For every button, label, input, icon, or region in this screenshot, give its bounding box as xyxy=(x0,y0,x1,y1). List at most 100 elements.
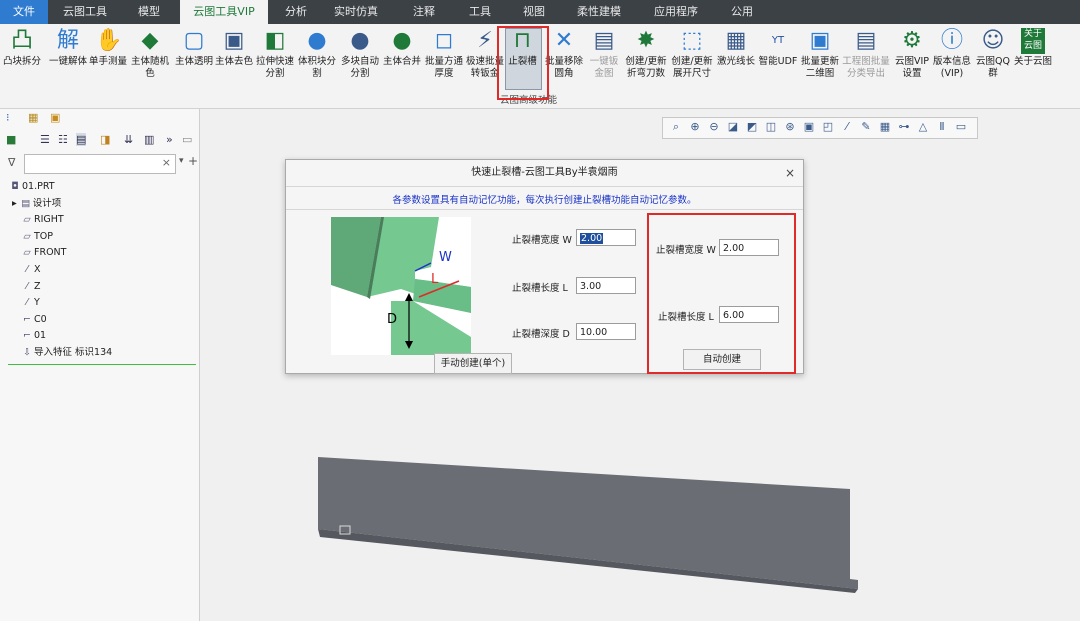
ribbon-item-label: 云图VIP设置 xyxy=(894,56,930,79)
tab-applications[interactable]: 应用程序 xyxy=(644,0,708,24)
refit-icon[interactable]: ⌕ xyxy=(669,120,683,134)
saved-views-icon[interactable]: ◫ xyxy=(764,120,778,134)
tab-public[interactable]: 公用 xyxy=(722,0,762,24)
tree-filter-icon[interactable]: ⇊ xyxy=(124,133,133,146)
convex-split-icon: 凸 xyxy=(10,28,33,53)
add-icon[interactable]: + xyxy=(188,154,198,168)
ribbon-item-random-color[interactable]: ◆ 主体随机色 xyxy=(130,28,170,80)
ribbon-item-bend-count[interactable]: ✸ 创建/更新折弯刀数 xyxy=(624,28,668,80)
layer-icon[interactable]: ◨ xyxy=(100,133,110,146)
measure-icon: ✋ xyxy=(95,28,123,53)
tab-tools[interactable]: 工具 xyxy=(460,0,500,24)
tab-flexible-modeling[interactable]: 柔性建模 xyxy=(570,0,628,24)
tree-view-icon[interactable]: ▤ xyxy=(76,133,87,146)
diagram-label-l: L xyxy=(431,272,439,287)
section-icon[interactable]: ◰ xyxy=(821,120,835,134)
ribbon-item-label: 激光线长 xyxy=(716,56,755,67)
clear-filter-icon[interactable]: × xyxy=(162,156,171,169)
rotate-icon[interactable]: ▭ xyxy=(954,120,968,134)
tree-item[interactable]: ⇩ 导入特征 标识134 xyxy=(20,345,112,361)
ribbon-item-qq[interactable]: ☺ 云图QQ群 xyxy=(975,28,1011,80)
repaint-icon[interactable]: ◪ xyxy=(726,120,740,134)
tab-view[interactable]: 视图 xyxy=(514,0,554,24)
cosmetic-icon[interactable]: ⊶ xyxy=(897,120,911,134)
model-tree-tab-icon[interactable]: ⁝ xyxy=(6,111,20,125)
relief-slot-highlight xyxy=(497,26,549,100)
insert-here-line[interactable] xyxy=(8,364,196,365)
annotation-display-icon[interactable]: ✎ xyxy=(859,120,873,134)
pause-icon[interactable]: Ⅱ xyxy=(935,120,949,134)
chevron-down-icon[interactable]: ▾ xyxy=(179,156,184,166)
tab-annotate[interactable]: 注释 xyxy=(404,0,444,24)
tree-item[interactable]: ▸ ▤ 设计项 xyxy=(12,196,61,212)
tree-item[interactable]: ▱ TOP xyxy=(20,229,53,245)
tree-item[interactable]: ▱ RIGHT xyxy=(20,212,63,228)
ribbon-item-info[interactable]: ⓘ 版本信息(VIP) xyxy=(932,28,972,80)
ribbon-item-flat-size[interactable]: ⬚ 创建/更新展开尺寸 xyxy=(670,28,714,80)
spin-center-icon[interactable]: ▦ xyxy=(878,120,892,134)
ribbon-item-gear[interactable]: ⚙ 云图VIP设置 xyxy=(893,28,931,80)
folder-tab-icon[interactable]: ▦ xyxy=(28,111,42,125)
tree-settings-icon[interactable]: ■ xyxy=(6,133,16,146)
tree-item[interactable]: ⁄ Y xyxy=(20,295,40,311)
tree-item-label: X xyxy=(34,264,41,275)
expand-panel-icon[interactable]: ▭ xyxy=(182,133,192,146)
ribbon-item-udf[interactable]: YT 智能UDF xyxy=(758,28,798,68)
ribbon-item-about[interactable]: 关于云图 关于云图 xyxy=(1013,28,1053,68)
manual-depth-label: 止裂槽深度 D xyxy=(512,329,570,340)
zoom-in-icon[interactable]: ⊕ xyxy=(688,120,702,134)
tree-item[interactable]: ◘ 01.PRT xyxy=(8,179,54,195)
tab-yuntu-tools[interactable]: 云图工具 xyxy=(52,0,118,24)
datum-axis-icon: ⁄ xyxy=(26,264,28,275)
datum-plane-icon: ▱ xyxy=(23,214,31,226)
tab-yuntu-vip[interactable]: 云图工具VIP xyxy=(180,0,268,24)
manual-depth-input[interactable]: 10.00 xyxy=(576,323,636,340)
view-manager-icon[interactable]: ⊛ xyxy=(783,120,797,134)
ribbon-item-batch-thickness[interactable]: ◻ 批量方通厚度 xyxy=(424,28,464,80)
zoom-out-icon[interactable]: ⊖ xyxy=(707,120,721,134)
ribbon-item-multi-split[interactable]: ● 多块自动分割 xyxy=(340,28,380,80)
ribbon-item-label: 主体合并 xyxy=(382,56,421,67)
tab-model[interactable]: 模型 xyxy=(126,0,172,24)
tree-columns-icon[interactable]: ▥ xyxy=(144,133,154,146)
ribbon-item-label: 创建/更新展开尺寸 xyxy=(671,56,713,79)
manual-width-input[interactable]: 2.00 xyxy=(576,229,636,246)
manual-length-input[interactable]: 3.00 xyxy=(576,277,636,294)
ribbon-item-convex-split[interactable]: 凸凸块拆分 xyxy=(2,28,42,68)
tab-analysis[interactable]: 分析 xyxy=(276,0,316,24)
perspective-icon[interactable]: ▣ xyxy=(802,120,816,134)
ribbon-item-transparent[interactable]: ▢ 主体透明 xyxy=(174,28,214,68)
tree-item[interactable]: ⁄ Z xyxy=(20,279,40,295)
random-color-icon: ◆ xyxy=(141,28,159,53)
tree-item[interactable]: ▱ FRONT xyxy=(20,245,66,261)
ribbon-item-update-2d[interactable]: ▣ 批量更新二维图 xyxy=(800,28,840,80)
manual-create-button[interactable]: 手动创建(单个) xyxy=(434,353,512,374)
dialog-title: 快速止裂槽-云图工具By半袁烟雨 xyxy=(286,160,803,187)
tree-item[interactable]: ⌐ C0 xyxy=(20,312,47,328)
show-columns-icon[interactable]: ☷ xyxy=(58,133,68,146)
ribbon-item-extrude-split[interactable]: ◧ 拉伸快速分割 xyxy=(255,28,295,80)
tree-item[interactable]: ⌐ 01 xyxy=(20,328,46,344)
ribbon-item-merge[interactable]: ● 主体合并 xyxy=(382,28,422,68)
ribbon-item-laser-length[interactable]: ▦ 激光线长 xyxy=(716,28,756,68)
display-style-icon[interactable]: ◩ xyxy=(745,120,759,134)
more-icon[interactable]: » xyxy=(166,133,173,146)
ribbon-item-remove-round[interactable]: ✕ 批量移除圆角 xyxy=(544,28,584,80)
ribbon-item-measure[interactable]: ✋ 单手测量 xyxy=(88,28,128,68)
close-icon[interactable]: × xyxy=(785,160,795,186)
tab-file[interactable]: 文件 xyxy=(0,0,48,24)
ribbon-item-decolor[interactable]: ▣ 主体去色 xyxy=(214,28,254,68)
datum-display-icon[interactable]: ⁄ xyxy=(840,120,854,134)
ribbon-item-dissolve[interactable]: 解一键解体 xyxy=(48,28,88,68)
ribbon-item-sheetmetal-drawing[interactable]: ▤ 一键钣金图 xyxy=(586,28,622,80)
tree-filter-input[interactable]: × xyxy=(24,154,176,174)
favorites-tab-icon[interactable]: ▣ xyxy=(50,111,64,125)
show-list-icon[interactable]: ☰ xyxy=(40,133,50,146)
ribbon-item-batch-export[interactable]: ▤ 工程图批量分类导出 xyxy=(842,28,890,80)
part-tab xyxy=(358,462,362,472)
warning-icon[interactable]: △ xyxy=(916,120,930,134)
tree-item[interactable]: ⁄ X xyxy=(20,262,41,278)
tab-realtime-sim[interactable]: 实时仿真 xyxy=(324,0,388,24)
ribbon-item-volume-split[interactable]: ● 体积块分割 xyxy=(297,28,337,80)
expand-arrow-icon[interactable]: ▸ xyxy=(12,198,17,209)
